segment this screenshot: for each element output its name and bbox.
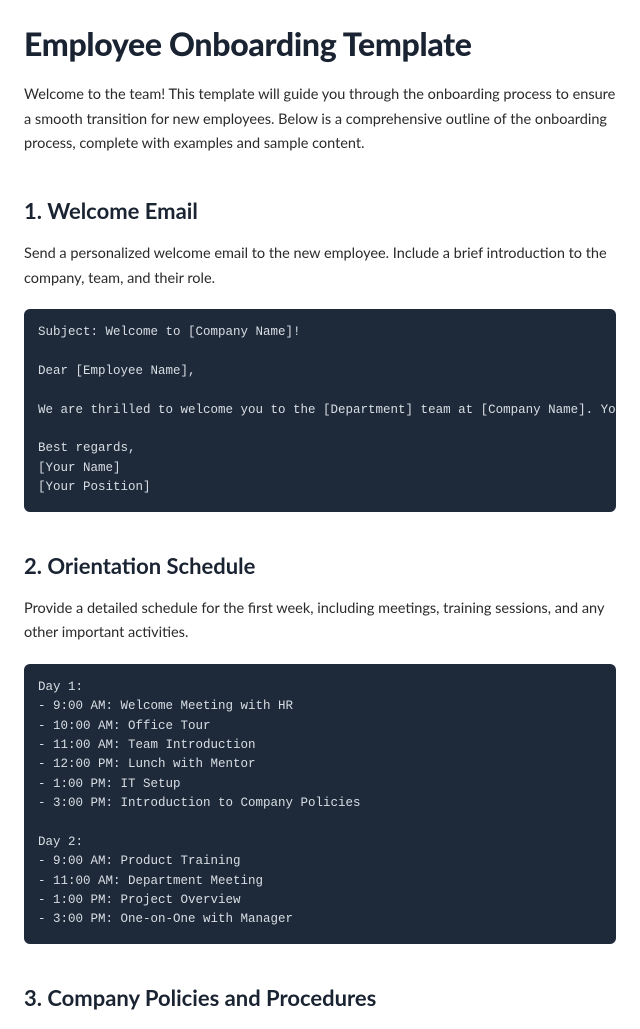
section-3-heading: 3. Company Policies and Procedures <box>24 984 616 1011</box>
section-2-heading: 2. Orientation Schedule <box>24 552 616 579</box>
section-2-desc: Provide a detailed schedule for the firs… <box>24 597 616 646</box>
welcome-email-code: Subject: Welcome to [Company Name]! Dear… <box>24 309 616 511</box>
section-1-desc: Send a personalized welcome email to the… <box>24 242 616 291</box>
intro-paragraph: Welcome to the team! This template will … <box>24 83 616 157</box>
section-1-heading: 1. Welcome Email <box>24 197 616 224</box>
orientation-schedule-code: Day 1: - 9:00 AM: Welcome Meeting with H… <box>24 664 616 944</box>
page-title: Employee Onboarding Template <box>24 24 616 63</box>
